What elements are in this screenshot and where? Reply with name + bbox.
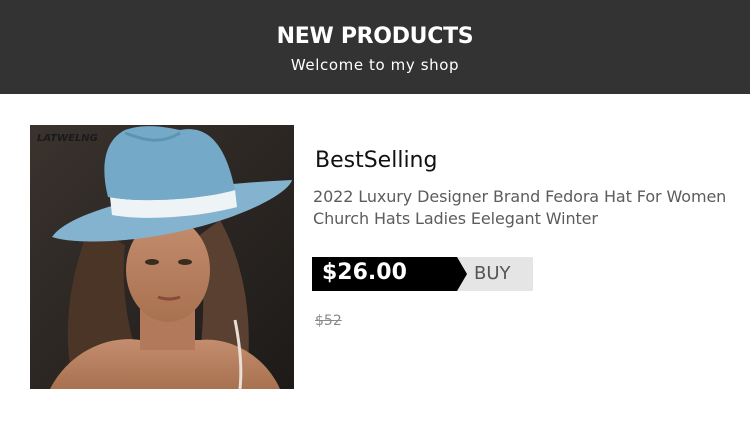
header-subtitle: Welcome to my shop — [290, 56, 460, 74]
buy-button-label: BUY — [474, 263, 511, 284]
product-image[interactable]: LATWELNG — [30, 125, 294, 389]
product-title[interactable]: 2022 Luxury Designer Brand Fedora Hat Fo… — [313, 186, 733, 230]
price: $26.00 — [322, 260, 407, 285]
price-box: $26.00 — [312, 257, 472, 291]
product-photo — [30, 125, 294, 389]
header-title: NEW PRODUCTS — [276, 24, 474, 49]
original-price: $52 — [315, 313, 342, 329]
watermark: LATWELNG — [37, 133, 98, 144]
buy-button[interactable]: BUY — [457, 257, 533, 291]
product-label: BestSelling — [315, 148, 438, 173]
shop-header: NEW PRODUCTS Welcome to my shop — [0, 0, 750, 94]
